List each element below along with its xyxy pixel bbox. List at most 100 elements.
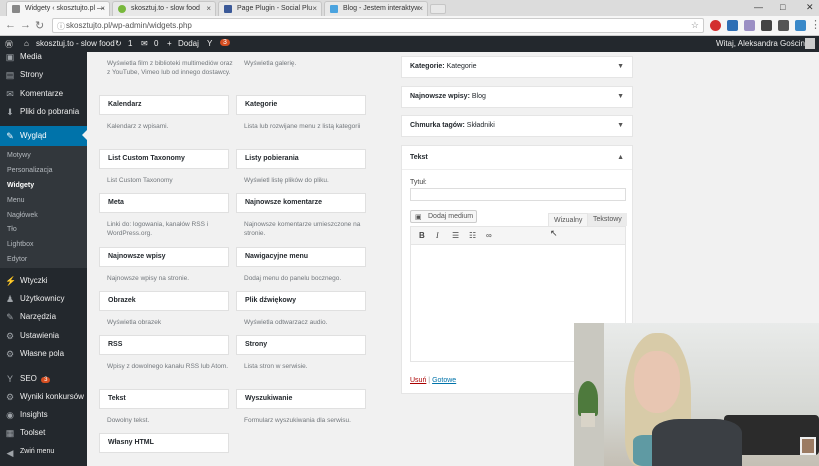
sidebar-item-toolset[interactable]: ▦ Toolset	[0, 424, 87, 442]
bold-icon[interactable]: B	[419, 231, 425, 240]
info-icon[interactable]: ⓘ	[57, 21, 65, 32]
widget-description: Lista stron w serwisie.	[244, 363, 308, 370]
reload-icon[interactable]: ↻	[35, 19, 44, 32]
user-greeting-link[interactable]: Witaj, Aleksandra Gościniak	[716, 39, 815, 48]
site-name-link[interactable]: skosztuj.to - slow food	[36, 39, 115, 48]
sidebar-item-seo[interactable]: Y SEO 3	[0, 370, 87, 388]
close-window-button[interactable]: ✕	[806, 2, 814, 13]
maximize-button[interactable]: □	[780, 2, 785, 12]
italic-icon[interactable]: I	[436, 231, 439, 240]
tab-close-icon[interactable]: ×	[100, 4, 105, 13]
updates-icon[interactable]: ↻	[115, 39, 122, 48]
users-icon: ♟	[5, 294, 15, 304]
expand-arrow-icon[interactable]: ▼	[617, 122, 624, 129]
link-icon[interactable]: ∞	[486, 231, 492, 240]
url-input[interactable]: ⓘ skosztujto.pl/wp-admin/widgets.php ☆	[52, 18, 704, 33]
widget-nav-menu[interactable]: Nawigacyjne menu	[236, 247, 366, 267]
extension-icon[interactable]	[744, 20, 755, 31]
area-widget-tag-cloud[interactable]: Chmurka tagów: Składniki ▼	[401, 115, 633, 137]
submenu-item-editor[interactable]: Edytor	[7, 256, 27, 263]
sidebar-item-appearance[interactable]: ✎ Wygląd	[0, 126, 87, 146]
area-widget-recent-posts[interactable]: Najnowsze wpisy: Blog ▼	[401, 86, 633, 108]
tab-text[interactable]: Tekstowy	[588, 213, 627, 226]
comments-icon[interactable]: ✉	[141, 39, 148, 48]
sidebar-item-downloads[interactable]: ⬇ Pliki do pobrania	[0, 103, 87, 121]
url-text: skosztujto.pl/wp-admin/widgets.php	[66, 21, 192, 30]
submenu-item-menus[interactable]: Menu	[7, 197, 25, 204]
sidebar-item-contests[interactable]: ⚙ Wyniki konkursów	[0, 388, 87, 406]
widget-recent-comments[interactable]: Najnowsze komentarze	[236, 193, 366, 213]
widget-description: Wyświetla film z biblioteki multimediów …	[107, 60, 233, 76]
tab-close-icon[interactable]: ×	[206, 4, 211, 13]
webcam-pot	[581, 413, 595, 427]
tab-visual[interactable]: Wizualny	[548, 213, 589, 226]
widget-meta[interactable]: Meta	[99, 193, 229, 213]
browser-tab[interactable]: skosztuj.to - slow food ×	[112, 1, 216, 16]
extension-icon[interactable]	[761, 20, 772, 31]
back-icon[interactable]: ←	[5, 19, 16, 31]
bookmark-star-icon[interactable]: ☆	[691, 20, 699, 31]
widget-categories[interactable]: Kategorie	[236, 95, 366, 115]
seo-icon: Y	[6, 374, 13, 384]
expand-arrow-icon[interactable]: ▼	[617, 93, 624, 100]
sidebar-item-label: Komentarze	[20, 89, 64, 98]
sidebar-item-comments[interactable]: ✉ Komentarze	[0, 85, 87, 103]
sidebar-item-users[interactable]: ♟ Użytkownicy	[0, 290, 87, 308]
widget-audio[interactable]: Plik dźwiękowy	[236, 291, 366, 311]
delete-link[interactable]: Usuń	[410, 377, 426, 384]
browser-tab[interactable]: Widgety ‹ skosztujto.pl — ×	[6, 1, 110, 16]
pocket-icon[interactable]	[778, 20, 789, 31]
widget-list-custom-taxonomy[interactable]: List Custom Taxonomy	[99, 149, 229, 169]
widget-text[interactable]: Tekst	[99, 389, 229, 409]
menu-icon[interactable]: ⋮	[810, 18, 819, 31]
widget-custom-html[interactable]: Własny HTML	[99, 433, 229, 453]
home-icon[interactable]: ⌂	[24, 39, 29, 48]
title-input[interactable]	[410, 188, 626, 201]
tab-close-icon[interactable]: ×	[418, 4, 423, 13]
area-widget-categories[interactable]: Kategorie: Kategorie ▼	[401, 56, 633, 78]
bullet-list-icon[interactable]: ☰	[452, 231, 459, 240]
numbered-list-icon[interactable]: ☷	[469, 231, 476, 240]
submenu-item-background[interactable]: Tło	[7, 226, 17, 233]
sidebar-item-insights[interactable]: ◉ Insights	[0, 406, 87, 424]
sidebar-item-plugins[interactable]: ⚡ Wtyczki	[0, 272, 87, 290]
new-tab-button[interactable]	[430, 4, 446, 14]
submenu-item-customize[interactable]: Personalizacja	[7, 167, 53, 174]
browser-tab[interactable]: Blog - Jestem interaktyw ×	[324, 1, 428, 16]
avatar[interactable]	[805, 38, 815, 49]
forward-icon[interactable]: →	[20, 19, 31, 31]
collapse-arrow-icon[interactable]: ▲	[617, 154, 624, 161]
submenu-item-header[interactable]: Nagłówek	[7, 212, 38, 219]
done-link[interactable]: Gotowe	[432, 377, 456, 384]
yoast-icon[interactable]: Y	[207, 39, 212, 48]
submenu-item-lightbox[interactable]: Lightbox	[7, 241, 33, 248]
widget-pages[interactable]: Strony	[236, 335, 366, 355]
tab-close-icon[interactable]: ×	[312, 4, 317, 13]
submenu-item-themes[interactable]: Motywy	[7, 152, 31, 159]
widget-rss[interactable]: RSS	[99, 335, 229, 355]
sidebar-item-custom-fields[interactable]: ⚙ Własne pola	[0, 345, 87, 363]
new-content-link[interactable]: Dodaj	[178, 39, 199, 48]
extension-icon[interactable]	[795, 20, 806, 31]
widget-image[interactable]: Obrazek	[99, 291, 229, 311]
submenu-item-widgets[interactable]: Widgety	[7, 182, 34, 189]
widget-calendar[interactable]: Kalendarz	[99, 95, 229, 115]
widget-download-lists[interactable]: Listy pobierania	[236, 149, 366, 169]
sidebar-item-pages[interactable]: ▤ Strony	[0, 66, 87, 84]
browser-tab[interactable]: Page Plugin - Social Plu ×	[218, 1, 322, 16]
opera-extension-icon[interactable]	[710, 20, 721, 31]
sidebar-item-tools[interactable]: ✎ Narzędzia	[0, 308, 87, 326]
collapse-menu-button[interactable]: ◀ Zwiń menu	[0, 444, 87, 462]
widget-search[interactable]: Wyszukiwanie	[236, 389, 366, 409]
minimize-button[interactable]: —	[754, 2, 763, 12]
widget-recent-posts[interactable]: Najnowsze wpisy	[99, 247, 229, 267]
extension-icon[interactable]	[727, 20, 738, 31]
plus-icon[interactable]: +	[167, 39, 172, 48]
expand-arrow-icon[interactable]: ▼	[617, 63, 624, 70]
widget-description: Lista lub rozwijane menu z listą kategor…	[244, 123, 361, 130]
add-media-button[interactable]: ▣ Dodaj medium	[410, 210, 477, 223]
sidebar-item-media[interactable]: ▣ Media	[0, 48, 87, 66]
widget-description: Wyświetla obrazek	[107, 319, 162, 326]
appearance-icon: ✎	[6, 131, 14, 141]
sidebar-item-settings[interactable]: ⚙ Ustawienia	[0, 327, 87, 345]
